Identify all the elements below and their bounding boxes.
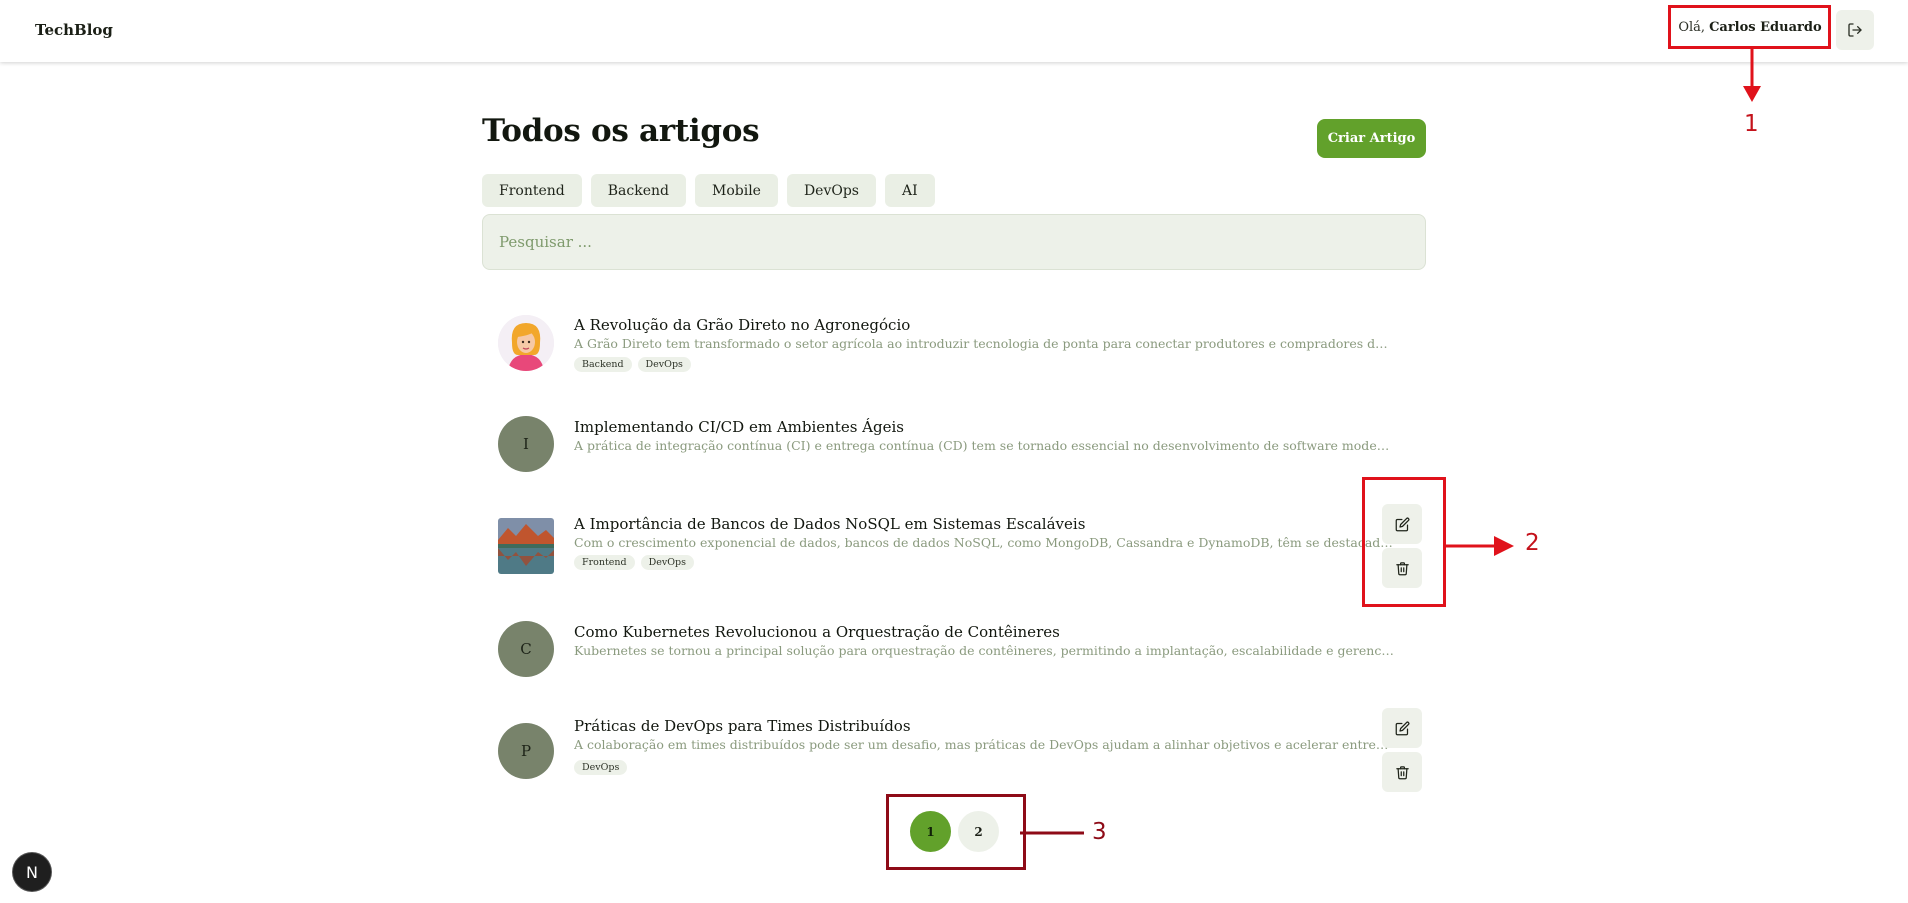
tag-badge: DevOps — [574, 760, 628, 775]
category-chip-backend[interactable]: Backend — [590, 174, 686, 207]
article-title[interactable]: A Importância de Bancos de Dados NoSQL e… — [574, 515, 1085, 533]
category-chip-ai[interactable]: AI — [885, 174, 935, 207]
article-item[interactable]: A Revolução da Grão Direto no Agronegóci… — [482, 310, 1426, 380]
logout-button[interactable] — [1836, 10, 1874, 50]
article-title[interactable]: Práticas de DevOps para Times Distribuíd… — [574, 717, 911, 735]
article-avatar: I — [498, 416, 554, 472]
page: TechBlog Olá, Carlos Eduardo Todos os ar… — [0, 0, 1908, 903]
site-logo[interactable]: TechBlog — [35, 21, 113, 39]
article-item[interactable]: P Práticas de DevOps para Times Distribu… — [482, 716, 1426, 786]
article-title[interactable]: A Revolução da Grão Direto no Agronegóci… — [574, 316, 910, 334]
category-filters: Frontend Backend Mobile DevOps AI — [482, 174, 935, 207]
category-chip-devops[interactable]: DevOps — [786, 174, 876, 207]
article-avatar — [498, 315, 554, 371]
article-excerpt: Kubernetes se tornou a principal solução… — [574, 643, 1394, 658]
nextjs-dev-badge[interactable]: N — [13, 853, 51, 891]
article-avatar: P — [498, 723, 554, 779]
article-title[interactable]: Implementando CI/CD em Ambientes Ágeis — [574, 418, 904, 436]
annotation-number-1: 1 — [1744, 111, 1759, 137]
illustrated-avatar-image — [498, 315, 554, 371]
annotation-box-3 — [886, 794, 1026, 870]
article-title[interactable]: Como Kubernetes Revolucionou a Orquestra… — [574, 623, 1060, 641]
delete-article-button[interactable] — [1382, 752, 1422, 792]
annotation-arrow-right — [1446, 536, 1514, 556]
tag-badge: Frontend — [574, 555, 635, 570]
article-excerpt: A colaboração em times distribuídos pode… — [574, 737, 1394, 752]
landscape-photo-image — [498, 518, 554, 574]
annotation-box-2 — [1362, 477, 1446, 607]
article-avatar: C — [498, 621, 554, 677]
category-chip-mobile[interactable]: Mobile — [694, 174, 778, 207]
annotation-arrow-down — [1743, 48, 1761, 102]
article-item[interactable]: I Implementando CI/CD em Ambientes Ágeis… — [482, 415, 1426, 475]
annotation-box-1 — [1668, 5, 1831, 49]
article-excerpt: Com o crescimento exponencial de dados, … — [574, 535, 1394, 550]
search-input[interactable] — [482, 214, 1426, 270]
tag-badge: DevOps — [637, 357, 691, 372]
tag-badge: Backend — [574, 357, 632, 372]
annotation-line-3 — [1020, 831, 1084, 835]
article-tags: Backend DevOps — [574, 357, 691, 372]
article-item[interactable]: C Como Kubernetes Revolucionou a Orquest… — [482, 620, 1426, 680]
create-article-button[interactable]: Criar Artigo — [1317, 119, 1426, 158]
page-title: Todos os artigos — [482, 113, 760, 149]
article-tags: Frontend DevOps — [574, 555, 694, 570]
article-item[interactable]: A Importância de Bancos de Dados NoSQL e… — [482, 510, 1426, 580]
annotation-number-3: 3 — [1092, 819, 1107, 845]
edit-icon — [1395, 721, 1409, 735]
annotation-number-2: 2 — [1525, 530, 1540, 556]
article-avatar — [498, 518, 554, 574]
top-navbar: TechBlog Olá, Carlos Eduardo — [0, 0, 1908, 62]
category-chip-frontend[interactable]: Frontend — [482, 174, 582, 207]
article-tags: DevOps — [574, 760, 628, 775]
article-excerpt: A Grão Direto tem transformado o setor a… — [574, 336, 1394, 351]
logout-icon — [1848, 23, 1862, 37]
trash-icon — [1395, 765, 1409, 779]
edit-article-button[interactable] — [1382, 708, 1422, 748]
article-excerpt: A prática de integração contínua (CI) e … — [574, 438, 1394, 453]
tag-badge: DevOps — [640, 555, 694, 570]
